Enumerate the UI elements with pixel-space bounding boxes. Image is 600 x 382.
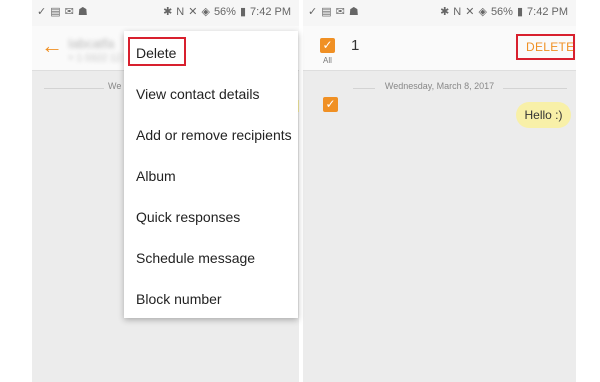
delete-button-highlight-box: [516, 34, 575, 60]
selected-count: 1: [351, 37, 360, 54]
back-arrow-icon[interactable]: ←: [41, 33, 63, 59]
select-all-checkbox[interactable]: ✓: [320, 38, 335, 53]
mute-icon: ✕: [465, 6, 475, 18]
signal-icon: ◈: [478, 6, 487, 18]
message-checkbox[interactable]: ✓: [323, 97, 338, 112]
date-divider: [44, 88, 104, 89]
clock: 7:42 PM: [527, 6, 568, 18]
menu-item-quick-responses[interactable]: Quick responses: [136, 209, 240, 225]
select-all-label: All: [323, 56, 332, 65]
clock: 7:42 PM: [250, 6, 291, 18]
bluetooth-icon: ✱: [440, 6, 450, 18]
notification-icon: ✓: [308, 6, 318, 18]
notification-icon: ✓: [37, 6, 47, 18]
mail-icon: ✉: [335, 6, 345, 18]
menu-item-album[interactable]: Album: [136, 168, 176, 184]
nfc-icon: N: [453, 6, 462, 18]
app-icon: ☗: [77, 6, 88, 18]
battery-level: 56%: [490, 6, 513, 18]
battery-icon: ▮: [516, 6, 524, 18]
system-icons: ✱ N ✕ ◈ 56% ▮ 7:42 PM: [163, 6, 291, 19]
battery-icon: ▮: [239, 6, 247, 18]
app-icon: ☗: [348, 6, 359, 18]
menu-item-view-contact-details[interactable]: View contact details: [136, 86, 259, 102]
menu-item-block-number[interactable]: Block number: [136, 291, 222, 307]
notification-icons: ✓ ▤ ✉ ☗: [37, 6, 88, 19]
mute-icon: ✕: [188, 6, 198, 18]
battery-level: 56%: [213, 6, 236, 18]
date-divider-right: [503, 88, 567, 89]
nfc-icon: N: [176, 6, 185, 18]
menu-item-add-remove-recipients[interactable]: Add or remove recipients: [136, 127, 292, 143]
message-bubble[interactable]: Hello :): [516, 102, 571, 128]
options-menu: Delete View contact details Add or remov…: [124, 31, 298, 318]
status-bar: ✓ ▤ ✉ ☗ ✱ N ✕ ◈ 56% ▮ 7:42 PM: [32, 0, 299, 26]
status-bar: ✓ ▤ ✉ ☗ ✱ N ✕ ◈ 56% ▮ 7:42 PM: [303, 0, 576, 26]
notification-icons: ✓ ▤ ✉ ☗: [308, 6, 359, 19]
conversation-date: Wednesday, March 8, 2017: [384, 81, 495, 91]
gallery-icon: ▤: [321, 6, 332, 18]
date-label-fragment: We: [108, 81, 122, 91]
menu-item-schedule-message[interactable]: Schedule message: [136, 250, 255, 266]
gallery-icon: ▤: [50, 6, 61, 18]
contact-name: Iabcatfa: [68, 36, 115, 51]
bluetooth-icon: ✱: [163, 6, 173, 18]
right-phone-screen: ✓ ▤ ✉ ☗ ✱ N ✕ ◈ 56% ▮ 7:42 PM ✓ All 1 DE…: [303, 0, 576, 382]
delete-highlight-box: [128, 37, 186, 66]
system-icons: ✱ N ✕ ◈ 56% ▮ 7:42 PM: [440, 6, 568, 19]
signal-icon: ◈: [201, 6, 210, 18]
mail-icon: ✉: [64, 6, 74, 18]
